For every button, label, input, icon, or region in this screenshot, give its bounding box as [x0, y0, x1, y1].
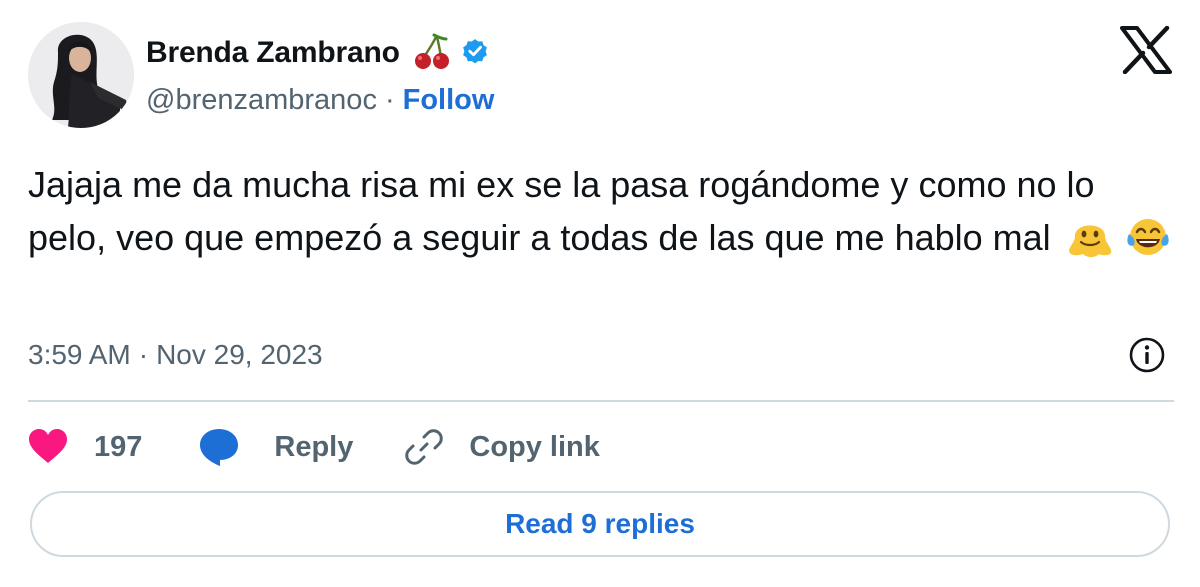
cherries-emoji-icon	[412, 31, 452, 76]
heart-icon	[29, 429, 67, 463]
tweet-date: Nov 29, 2023	[156, 339, 323, 370]
link-icon	[405, 429, 444, 465]
divider	[28, 400, 1174, 402]
copy-link-label: Copy link	[469, 430, 600, 463]
avatar-photo	[28, 22, 134, 128]
face-with-tears-of-joy-emoji-icon	[1127, 219, 1169, 255]
tweet-time: 3:59 AM	[28, 339, 131, 370]
tweet-card: Brenda Zambrano @brenzambranoc · Follow	[0, 0, 1200, 587]
like-button[interactable]: 197	[28, 429, 142, 465]
timestamp-separator: ·	[138, 339, 149, 370]
author-handle-row: @brenzambranoc · Follow	[146, 80, 494, 120]
reply-button[interactable]: Reply	[198, 427, 353, 467]
x-logo-icon[interactable]	[1120, 25, 1172, 75]
melting-face-emoji-icon	[1068, 225, 1111, 257]
reply-label: Reply	[274, 430, 354, 463]
tweet-timestamp[interactable]: 3:59 AM · Nov 29, 2023	[28, 336, 323, 374]
tweet-body: Jajaja me da mucha risa mi ex se la pasa…	[28, 164, 1095, 258]
follow-button[interactable]: Follow	[403, 84, 495, 117]
like-count: 197	[94, 430, 143, 463]
author-display-name[interactable]: Brenda Zambrano	[146, 36, 400, 70]
author-name-row: Brenda Zambrano	[146, 30, 490, 76]
info-icon[interactable]	[1128, 336, 1166, 374]
read-replies-button[interactable]: Read 9 replies	[30, 491, 1170, 557]
copy-link-button[interactable]: Copy link	[405, 428, 600, 466]
verified-badge-icon	[460, 36, 490, 71]
author-handle[interactable]: @brenzambranoc	[146, 84, 377, 117]
reply-bubble-icon	[200, 429, 239, 466]
handle-separator: ·	[384, 83, 395, 116]
avatar[interactable]	[28, 22, 134, 128]
tweet-actions: 197 Reply Copy link	[28, 424, 600, 470]
tweet-text: Jajaja me da mucha risa mi ex se la pasa…	[28, 158, 1178, 264]
